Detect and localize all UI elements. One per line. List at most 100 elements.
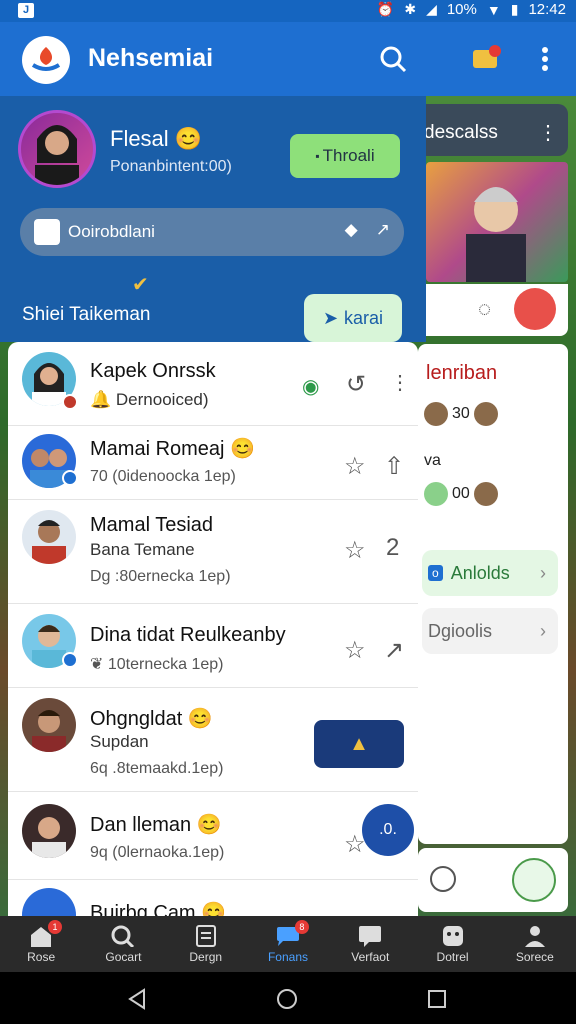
avatar [473, 402, 498, 426]
profile-avatar[interactable] [18, 110, 96, 188]
nav-badge: 1 [48, 920, 62, 934]
side-panel-title: descalss [424, 122, 498, 143]
chat-row[interactable]: Kapek Onrssk 🔔 Dernooiced) ◉ ↺ ⋮ [8, 342, 418, 426]
nav-item-gocart[interactable]: Gocart [82, 916, 164, 972]
bell-emoji-icon: 🔔 [90, 390, 112, 409]
chat-name: Mamai Romeaj 😊 [90, 438, 255, 460]
chat-subtitle: 🔔 Dernooiced) [90, 390, 209, 409]
side-list-title: lenriban [426, 362, 498, 384]
avatar [424, 402, 448, 426]
bubble-actions: ◆ ↗ [345, 220, 390, 240]
small-box-icon: ▪ [315, 149, 320, 163]
throali-button[interactable]: ▪ Throali [290, 134, 400, 178]
chat-row[interactable]: Dina tidat Reulkeanby ❦ 10ternecka 1ep) … [8, 604, 418, 688]
chat-name: Dina tidat Reulkeanby [90, 624, 286, 646]
nav-item-rose[interactable]: 1 Rose [0, 916, 82, 972]
bug-avatar-icon[interactable] [514, 288, 556, 330]
chat-meta: 6q .8temaakd.1ep) [90, 760, 224, 777]
face-icon [440, 924, 466, 948]
bluetooth-icon: ✱ [404, 1, 417, 17]
chat-name: Dan lleman 😊 [90, 814, 222, 836]
karai-button[interactable]: ➤ karai [304, 294, 402, 342]
more-vertical-icon[interactable]: ⋮ [390, 370, 410, 395]
chat-meta: Dg :80ernecka 1ep) [90, 568, 231, 585]
chat-subtitle: ❦ 10ternecka 1ep) [90, 656, 224, 673]
bottom-nav: 1 Rose Gocart Dergn 8 Fonans Verfaot Dot… [0, 916, 576, 972]
avatar [22, 888, 76, 916]
thumbs-up-icon: ▲ [349, 732, 369, 755]
recents-icon[interactable] [426, 988, 448, 1010]
home-circle-icon[interactable] [276, 988, 298, 1010]
avatar [22, 510, 76, 564]
share-icon[interactable]: ↗ [376, 220, 390, 240]
wifi-icon: ▼ [486, 1, 501, 18]
chat-row[interactable]: Dan lleman 😊 9q (0lernaoka.1ep) ☆ [8, 792, 418, 880]
smile-emoji-icon: 😊 [230, 438, 255, 460]
profile-tag: Shiei Taikeman [22, 304, 151, 325]
compose-fab[interactable]: .0. [362, 804, 414, 856]
chat-row[interactable]: Buirbg Cam 😊 [8, 880, 418, 916]
search-icon [110, 924, 136, 948]
avatar [424, 482, 448, 506]
clock: 12:42 [528, 1, 566, 18]
status-bar: J ⏰ ✱ ◢ 10% ▼ ▮ 12:42 [0, 0, 576, 22]
side-list-row[interactable]: 30 [424, 402, 498, 426]
timer-icon[interactable]: ◉ [302, 374, 319, 399]
nav-item-verfaot[interactable]: Verfaot [329, 916, 411, 972]
side-panel-more-icon[interactable]: ⋮ [538, 120, 558, 145]
anlolds-button[interactable]: o Anlolds › [422, 550, 558, 596]
forward-icon[interactable]: ↗ [384, 636, 404, 665]
side-list-row[interactable]: 00 [424, 482, 498, 506]
battery-percent: 10% [446, 1, 477, 18]
info-icon[interactable] [430, 866, 456, 892]
status-badge [62, 394, 78, 410]
chat-list: Kapek Onrssk 🔔 Dernooiced) ◉ ↺ ⋮ Mamai R… [8, 342, 418, 916]
smile-emoji-icon: 😊 [201, 902, 227, 916]
person-icon [522, 924, 548, 948]
dgioolis-button[interactable]: Dgioolis › [422, 608, 558, 654]
nav-item-fonans[interactable]: 8 Fonans [247, 916, 329, 972]
profile-subtitle: Ponanbintent:00) [110, 158, 232, 175]
star-icon[interactable]: ☆ [344, 636, 366, 665]
chat-name: Ohgngldat 😊 [90, 708, 213, 730]
check-hand-icon: ✔ [132, 274, 149, 296]
message-icon [357, 924, 383, 948]
battery-icon: ▮ [510, 1, 519, 17]
nav-item-dotrel[interactable]: Dotrel [411, 916, 493, 972]
chevron-right-icon: › [540, 562, 546, 583]
reaction-button[interactable]: ▲ [314, 720, 404, 768]
chat-row[interactable]: Mamal Tesiad Bana Temane Dg :80ernecka 1… [8, 500, 418, 604]
avatar [22, 698, 76, 752]
feather-icon: ❦ [90, 656, 104, 673]
document-icon [193, 924, 219, 948]
notification-badge: J [18, 3, 34, 18]
reply-icon[interactable]: ↺ [346, 370, 366, 399]
star-icon[interactable]: ☆ [344, 536, 366, 565]
featured-image[interactable] [426, 162, 568, 282]
star-icon[interactable]: ☆ [344, 452, 366, 481]
search-icon[interactable] [376, 42, 410, 76]
send-arrow-icon: ➤ [322, 307, 339, 328]
back-icon[interactable] [126, 988, 148, 1010]
chat-bubble-icon[interactable]: ◌ [478, 296, 491, 322]
chat-name: Buirbg Cam 😊 [90, 900, 226, 916]
notification-chat-icon[interactable] [470, 42, 504, 76]
tag-icon[interactable]: ◆ [345, 220, 358, 240]
chat-row[interactable]: Mamai Romeaj 😊 70 (0idenoocka 1ep) ☆ ⇧ [8, 426, 418, 500]
side-panel-list: lenriban 30 va 00 o Anlolds › Dgioolis › [418, 344, 568, 844]
more-options-icon[interactable] [528, 42, 562, 76]
status-bubble[interactable]: Ooirobdlani ◆ ↗ [20, 208, 404, 256]
nav-item-dergn[interactable]: Dergn [165, 916, 247, 972]
verified-badge [62, 652, 78, 668]
profile-name: Flesal 😊 [110, 126, 203, 151]
chat-subtitle: Bana Temane [90, 540, 195, 559]
compass-icon[interactable] [512, 858, 556, 902]
chevron-right-icon: › [540, 620, 546, 641]
avatar [473, 482, 498, 506]
verified-badge [62, 470, 78, 486]
nav-item-sorece[interactable]: Sorece [494, 916, 576, 972]
upload-icon[interactable]: ⇧ [384, 452, 404, 481]
side-panel-header: descalss ⋮ [418, 104, 568, 156]
signal-icon: ◢ [426, 1, 437, 17]
chat-row[interactable]: Ohgngldat 😊 Supdan 6q .8temaakd.1ep) ▲ [8, 688, 418, 792]
